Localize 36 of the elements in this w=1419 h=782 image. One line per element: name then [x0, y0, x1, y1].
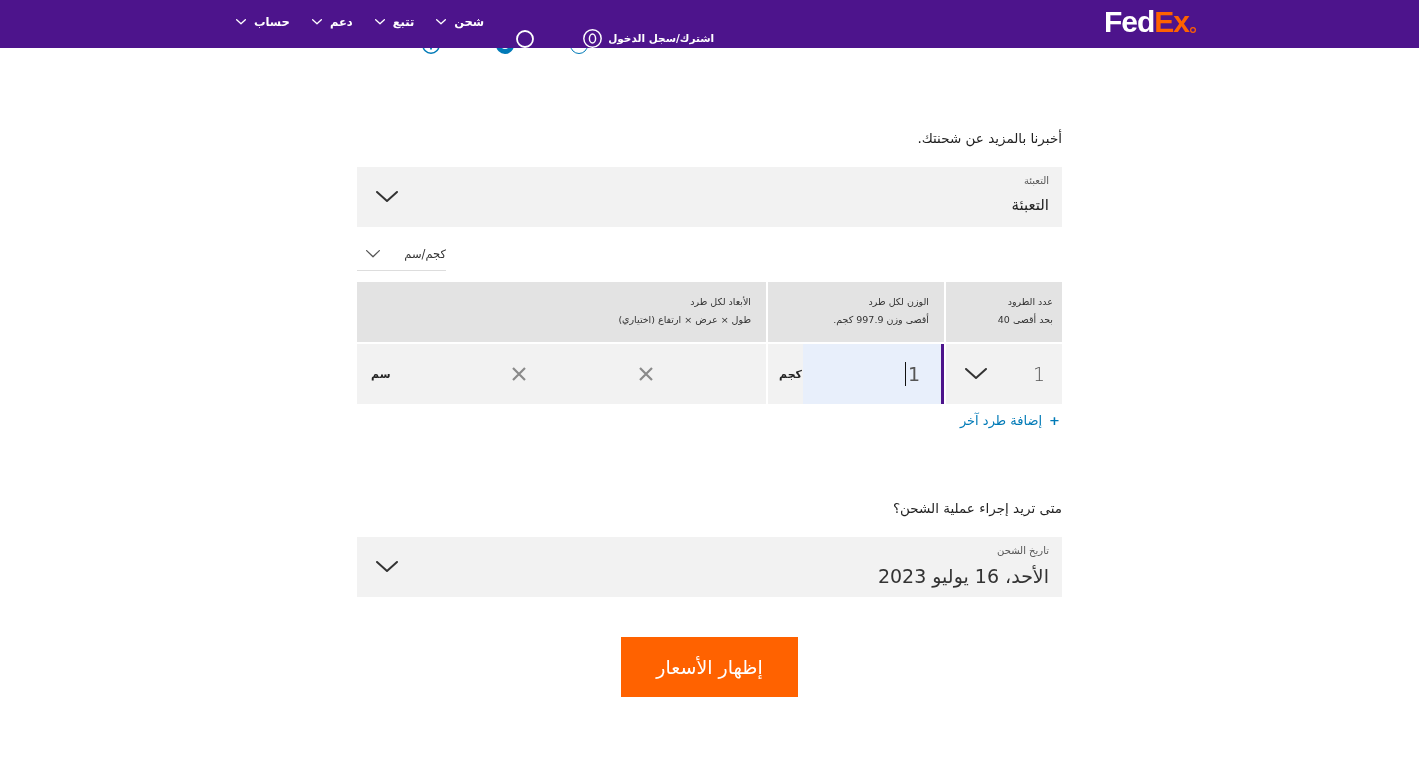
- chevron-down-icon: [236, 19, 246, 25]
- chevron-down-icon: [376, 561, 398, 573]
- add-package-link[interactable]: + إضافة طرد آخر: [959, 412, 1062, 430]
- info-icon[interactable]: [422, 48, 440, 54]
- column-heading: عدد الطرود: [1007, 295, 1053, 309]
- chevron-down-icon: [376, 191, 398, 203]
- section-heading: أخبرنا بالمزيد عن شحنتك.: [916, 128, 1062, 148]
- chevron-down-icon: [311, 19, 322, 25]
- times-icon: [639, 367, 654, 381]
- weight-input[interactable]: 1: [803, 344, 944, 404]
- chevron-down-icon: [374, 19, 385, 25]
- column-note: بحد أقصى 40: [997, 312, 1053, 327]
- column-note: أقصى وزن 997.9 كجم.: [833, 312, 929, 328]
- dimension-unit: سم: [371, 367, 391, 381]
- column-heading: الوزن لكل طرد: [868, 295, 929, 309]
- nav-menu-item[interactable]: دعم: [311, 13, 353, 31]
- ring-icon: [583, 29, 603, 48]
- count-select[interactable]: 1: [946, 344, 1062, 404]
- column-heading: الأبعاد لكل طرد: [690, 295, 751, 309]
- packaging-select[interactable]: التعبئة التعبئة: [357, 167, 1062, 227]
- date-select[interactable]: تاريخ الشحن الأحد، 16 يوليو 2023: [357, 537, 1062, 597]
- nav-menu-item[interactable]: تتبع: [374, 13, 415, 31]
- unit-select[interactable]: كجم/سم: [357, 237, 446, 271]
- section-heading: متى تريد إجراء عملية الشحن؟: [891, 499, 1062, 518]
- weight-unit: كجم: [779, 367, 802, 381]
- column-note: طول × عرض × ارتفاع (اختياري): [618, 313, 751, 327]
- chevron-down-icon: [965, 368, 987, 380]
- nav-menu-item[interactable]: حساب: [236, 13, 290, 31]
- chevron-down-icon: [436, 19, 447, 25]
- nav-menu-item[interactable]: شحن: [436, 13, 485, 31]
- sign-in-link[interactable]: اشترك/سجل الدخول: [583, 29, 715, 48]
- times-icon: [512, 367, 527, 381]
- logo[interactable]: FedEx: [1103, 4, 1189, 40]
- circle-icon[interactable]: [516, 29, 535, 48]
- chevron-down-icon: [366, 249, 380, 258]
- registered-mark-icon: [1190, 27, 1196, 33]
